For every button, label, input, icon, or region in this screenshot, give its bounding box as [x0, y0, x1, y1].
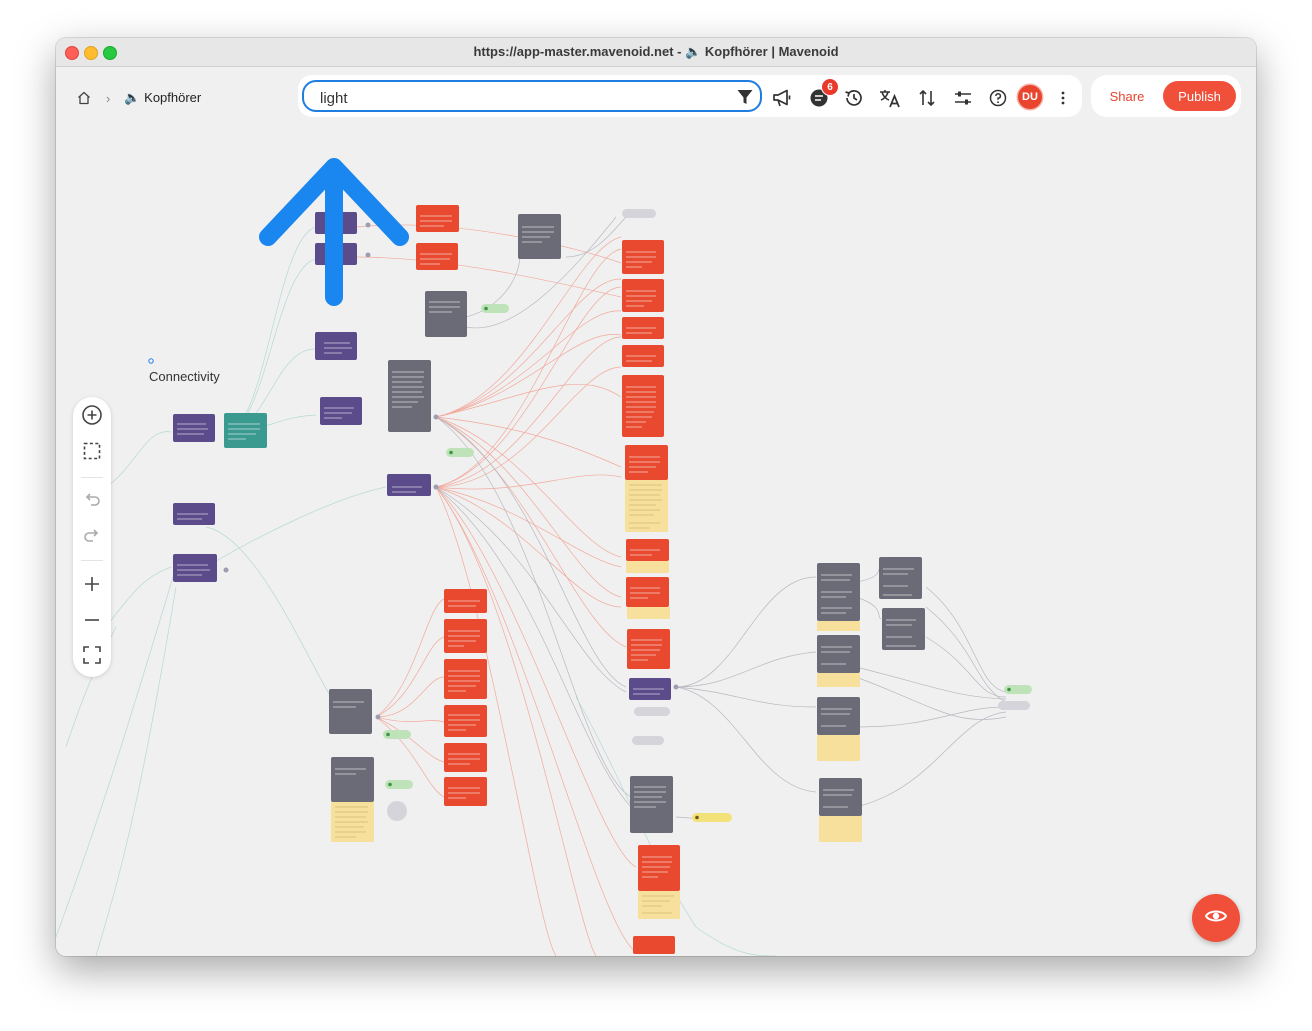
zoom-in-circle-icon[interactable]: [80, 403, 104, 427]
announcement-icon[interactable]: [770, 86, 794, 110]
avatar[interactable]: DU: [1018, 85, 1042, 109]
window-title: https://app-master.mavenoid.net - 🔈 Kopf…: [473, 44, 839, 59]
sort-icon[interactable]: [915, 86, 939, 110]
search-box[interactable]: [302, 80, 762, 112]
flow-graph[interactable]: Connectivity: [56, 67, 1256, 956]
share-button[interactable]: Share: [1104, 82, 1150, 110]
title-bar: https://app-master.mavenoid.net - 🔈 Kopf…: [56, 38, 1256, 67]
chevron-right-icon: ›: [106, 90, 111, 106]
canvas-controls: [73, 397, 111, 677]
preview-button[interactable]: [1192, 894, 1240, 942]
zoom-out-icon[interactable]: [80, 608, 104, 632]
publish-button[interactable]: Publish: [1163, 81, 1236, 111]
search-input[interactable]: [318, 86, 722, 110]
section-label: Connectivity: [149, 369, 220, 384]
home-icon[interactable]: [76, 90, 92, 106]
history-icon[interactable]: [842, 86, 866, 110]
browser-window: https://app-master.mavenoid.net - 🔈 Kopf…: [56, 38, 1256, 956]
undo-icon[interactable]: [80, 487, 104, 511]
flow-canvas[interactable]: Connectivity › 🔈 Kopfhörer 6: [56, 67, 1256, 956]
more-icon[interactable]: [1051, 86, 1075, 110]
breadcrumb: › 🔈 Kopfhörer: [76, 88, 201, 108]
select-area-icon[interactable]: [80, 439, 104, 463]
help-icon[interactable]: [986, 86, 1010, 110]
redo-icon[interactable]: [80, 523, 104, 547]
translate-icon[interactable]: [878, 86, 902, 110]
zoom-in-icon[interactable]: [80, 572, 104, 596]
fit-view-icon[interactable]: [80, 643, 104, 667]
filter-icon[interactable]: [736, 88, 754, 111]
eye-icon: [1204, 904, 1228, 933]
breadcrumb-project[interactable]: 🔈 Kopfhörer: [124, 90, 201, 106]
comments-badge: 6: [821, 78, 839, 96]
settings-icon[interactable]: [951, 86, 975, 110]
